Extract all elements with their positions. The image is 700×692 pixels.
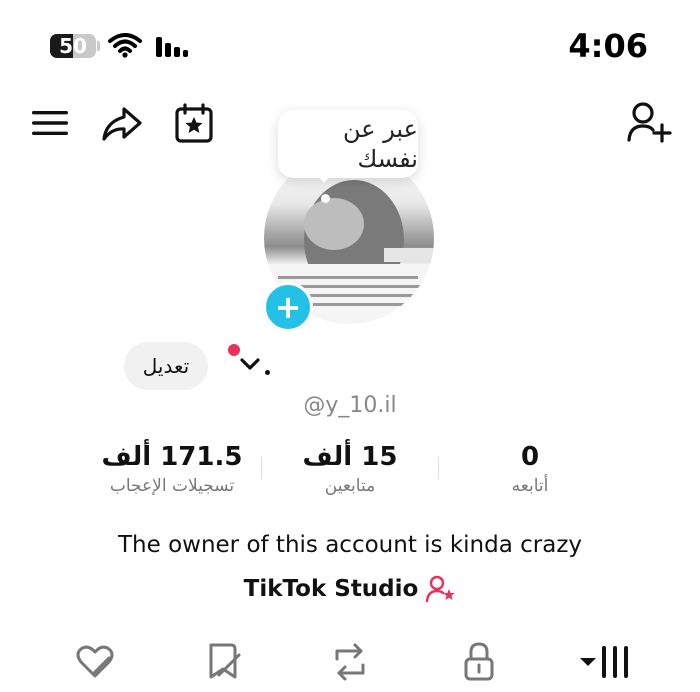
stat-label: تسجيلات الإعجاب [109,476,235,496]
bio-prompt-bubble[interactable]: عبر عن نفسك [278,110,418,178]
username-dropdown[interactable] [238,354,262,374]
battery-level: 50 [59,34,87,58]
studio-label: TikTok Studio [243,576,419,602]
add-friend-icon [627,102,672,143]
calendar-button[interactable] [172,102,216,144]
plus-icon: + [274,288,302,326]
wifi-icon [108,32,142,58]
bubble-tail [314,171,334,183]
liked-icon [76,645,114,678]
profile-bio[interactable]: The owner of this account is kinda crazy [0,530,700,560]
battery-nub [97,41,100,51]
edit-label: تعديل [142,354,190,378]
private-lock-icon [464,642,494,681]
tab-videos[interactable] [578,644,634,680]
username-dot [265,370,270,375]
favorites-icon [209,643,241,679]
tiktok-studio-link[interactable]: TikTok Studio [0,574,700,604]
status-time: 4:06 [568,27,648,65]
add-photo-button[interactable]: + [263,282,313,332]
stat-label: متابعين [324,476,376,496]
menu-icon [32,111,68,135]
share-icon [102,107,142,141]
stat-value: 0 [520,442,540,472]
person-star-icon [426,575,456,603]
share-button[interactable] [100,104,144,144]
stat-divider [438,457,439,479]
tab-favorites[interactable] [204,640,244,682]
stat-value: 171.5 ألف [101,442,243,472]
profile-handle: @y_10.il [303,393,397,418]
bubble-dot [321,194,330,203]
stat-value: 15 ألف [302,442,398,472]
battery-indicator: 50 [50,34,96,58]
signal-icon [155,36,189,58]
stat-likes: 171.5 ألف تسجيلات الإعجاب [84,440,260,498]
stat-label: أتابعه [511,476,549,496]
tab-private[interactable] [460,640,498,682]
repost-icon [335,643,365,681]
bio-prompt-text: عبر عن نفسك [342,115,418,173]
tab-liked[interactable] [74,642,116,682]
stat-following[interactable]: 0 أتابعه [460,440,600,498]
edit-profile-button[interactable]: تعديل [124,342,208,390]
menu-button[interactable] [30,106,70,140]
chevron-down-icon [240,358,260,370]
add-friend-button[interactable] [626,100,672,144]
calendar-star-icon [175,103,213,143]
tab-reposts[interactable] [330,642,370,682]
videos-grid-icon [580,646,628,678]
stat-divider [261,457,262,479]
stat-followers[interactable]: 15 ألف متابعين [280,440,420,498]
